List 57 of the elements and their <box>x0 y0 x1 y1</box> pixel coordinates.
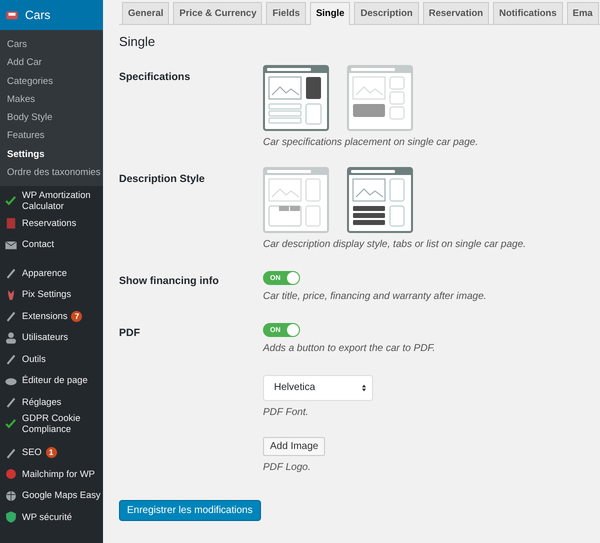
settings-tab[interactable]: Fields <box>266 2 306 24</box>
section-title: Single <box>119 34 156 49</box>
settings-tab[interactable]: Reservation <box>422 2 490 24</box>
box-icon <box>4 216 18 230</box>
submenu-item[interactable]: Settings <box>0 146 103 164</box>
settings-tab[interactable]: Description <box>354 2 419 24</box>
submenu-item[interactable]: Add Car <box>0 54 103 73</box>
menu-item[interactable]: Reservations <box>22 218 76 229</box>
field-description: Car specifications placement on single car page. <box>263 137 480 148</box>
submenu-item[interactable]: Makes <box>0 90 103 110</box>
submenu-item[interactable]: Cars <box>0 36 103 54</box>
field-description: PDF Font. <box>263 407 310 418</box>
field-label: Description Style <box>119 173 205 185</box>
field-label: Specifications <box>119 71 190 83</box>
check-icon <box>4 416 18 431</box>
add-image-button[interactable]: Add Image <box>263 437 326 456</box>
update-count: 7 <box>71 310 82 322</box>
field-label: Show financing info <box>119 275 219 287</box>
menu-item[interactable]: Pix Settings <box>22 289 72 300</box>
menu-item[interactable]: Réglages <box>22 396 62 408</box>
dropdown-arrows-icon <box>362 384 366 392</box>
settings-tab[interactable]: Notifications <box>493 2 563 24</box>
settings-tab[interactable]: General <box>122 2 170 24</box>
menu-item[interactable]: GDPR Cookie Compliance <box>22 412 103 435</box>
settings-tab[interactable]: Ema <box>566 2 599 24</box>
submenu-item[interactable]: Features <box>0 127 103 146</box>
save-button[interactable]: Enregistrer les modifications <box>119 500 261 521</box>
menu-item[interactable]: Mailchimp for WP <box>22 468 95 480</box>
field-description: PDF Logo. <box>263 462 312 473</box>
update-count: 1 <box>46 447 57 458</box>
field-label: PDF <box>119 327 140 339</box>
menu-item[interactable]: WP sécurité <box>22 512 72 523</box>
submenu-item[interactable]: Ordre des taxonomies <box>0 164 103 182</box>
layout-option-icon[interactable] <box>347 167 413 233</box>
menu-item[interactable]: Utilisateurs <box>22 332 68 344</box>
layout-option-icon[interactable] <box>263 65 329 131</box>
menu-item[interactable]: Éditeur de page <box>22 375 88 386</box>
menu-item[interactable]: Apparence <box>22 268 67 279</box>
submenu-item[interactable]: Body Style <box>0 109 103 128</box>
field-description: Car description display style, tabs or list on single car page. <box>263 239 527 250</box>
field-description: Adds a button to export the car to PDF. <box>263 343 436 354</box>
field-description: Car title, price, financing and warranty after image. <box>263 291 488 302</box>
menu-item[interactable]: Google Maps Easy <box>22 490 101 502</box>
menu-item[interactable]: Outils <box>22 354 46 365</box>
user-icon <box>4 330 18 345</box>
shield-icon <box>4 510 18 524</box>
circle-icon <box>4 467 18 482</box>
globe-icon <box>4 488 18 503</box>
menu-item[interactable]: Contact <box>22 239 54 250</box>
menu-item[interactable]: WP Amortization Calculator <box>22 190 103 212</box>
menu-item[interactable]: Cars <box>0 0 103 30</box>
menu-item[interactable]: Extensions <box>22 310 68 322</box>
submenu-item[interactable]: Categories <box>0 72 103 91</box>
settings-tab[interactable]: Price & Currency <box>173 2 262 24</box>
settings-tab[interactable]: Single <box>310 2 350 25</box>
menu-item[interactable]: SEO <box>22 447 42 458</box>
font-select[interactable]: Helvetica <box>263 375 373 401</box>
